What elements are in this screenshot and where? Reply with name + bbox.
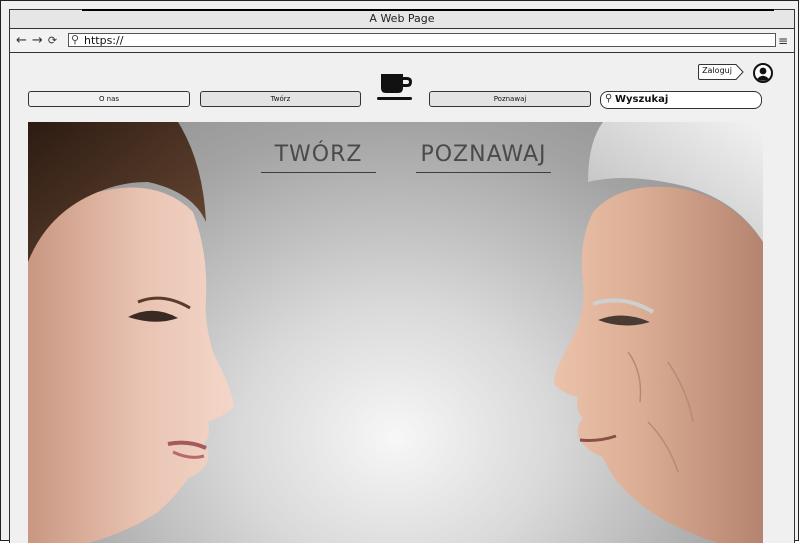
hero-link-tworz-label: TWÓRZ [274,142,363,167]
hero-link-poznawaj-label: POZNAWAJ [420,142,547,167]
hero-faces-illustration [28,122,763,543]
search-input[interactable]: ⚲ Wyszukaj [600,91,762,109]
nav-button-poznawaj[interactable]: Poznawaj [429,91,591,107]
nav-button-tworz[interactable]: Twórz [200,91,361,107]
search-icon: ⚲ [71,33,80,46]
nav-button-o-nas[interactable]: O nas [28,91,190,107]
hero-image: TWÓRZ POZNAWAJ [28,122,763,543]
page-content: Zaloguj O nas Twórz Poznawaj ⚲ Wyszukaj [9,53,795,543]
search-placeholder: Wyszukaj [615,94,669,105]
search-icon: ⚲ [605,93,613,104]
reload-icon[interactable]: ⟳ [48,34,58,47]
login-button[interactable]: Zaloguj [698,64,744,80]
browser-window: A Web Page ← → ⟳ ⚲ https:// ≡ Zaloguj O na… [0,0,799,543]
hamburger-menu-icon[interactable]: ≡ [778,34,788,48]
user-avatar-icon[interactable] [753,63,773,83]
window-title: A Web Page [369,12,435,25]
back-arrow-icon[interactable]: ← [16,33,28,48]
coffee-cup-icon[interactable] [376,72,414,104]
hero-link-poznawaj[interactable]: POZNAWAJ [416,142,551,173]
forward-arrow-icon[interactable]: → [32,33,44,48]
browser-toolbar: ← → ⟳ ⚲ https:// ≡ [9,29,795,53]
title-bar: A Web Page [9,9,795,29]
login-label: Zaloguj [702,66,732,75]
url-text: https:// [84,34,124,47]
hero-link-tworz[interactable]: TWÓRZ [261,142,376,173]
address-bar[interactable]: ⚲ https:// [68,33,776,47]
